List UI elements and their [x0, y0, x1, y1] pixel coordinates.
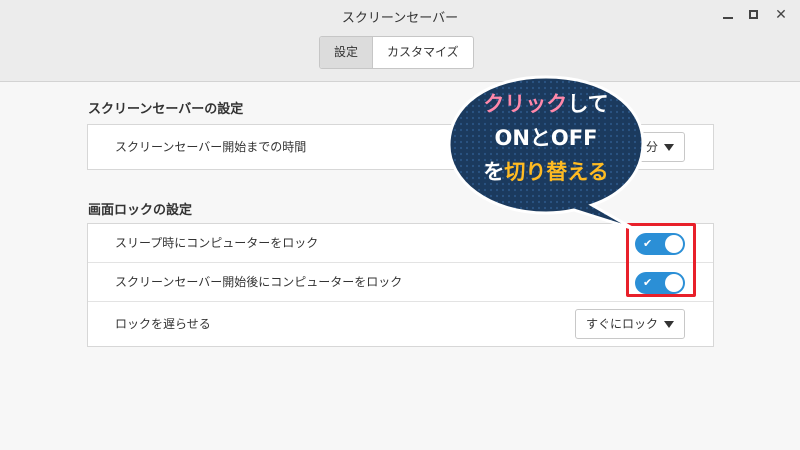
list-item: スクリーンセーバー開始後にコンピューターをロック ✔: [88, 263, 713, 302]
lock-delay-dropdown[interactable]: すぐにロック: [574, 309, 685, 339]
callout-line-3: を切り替える: [483, 160, 609, 184]
lock-section-title: 画面ロックの設定: [88, 203, 193, 218]
close-button[interactable]: ✕: [770, 5, 792, 25]
annotation-callout: クリックして ONとOFF を切り替える: [446, 73, 646, 233]
lock-panel: スリープ時にコンピューターをロック ✔ スクリーンセーバー開始後にコンピューター…: [87, 223, 714, 347]
maximize-button[interactable]: [743, 5, 765, 25]
lock-after-screensaver-label: スクリーンセーバー開始後にコンピューターをロック: [115, 275, 403, 289]
screensaver-delay-value: 分: [645, 140, 658, 154]
screensaver-delay-label: スクリーンセーバー開始までの時間: [115, 140, 307, 154]
callout-line-1: クリックして: [483, 92, 609, 116]
lock-delay-label: ロックを遅らせる: [115, 317, 211, 331]
minimize-button[interactable]: [717, 5, 739, 25]
tab-customize[interactable]: カスタマイズ: [373, 37, 473, 68]
toggle-highlight-frame: [626, 223, 696, 297]
tab-bar: 設定 カスタマイズ: [319, 36, 474, 69]
caret-down-icon: [664, 321, 674, 328]
minimize-icon: [723, 17, 733, 19]
callout-line-2: ONとOFF: [494, 126, 598, 150]
list-item: ロックを遅らせる すぐにロック: [88, 302, 713, 346]
maximize-icon: [749, 10, 758, 19]
lock-on-sleep-label: スリープ時にコンピューターをロック: [115, 236, 319, 250]
tab-settings[interactable]: 設定: [320, 37, 374, 68]
caret-down-icon: [664, 144, 674, 151]
lock-delay-value: すぐにロック: [585, 317, 658, 331]
screensaver-section-title: スクリーンセーバーの設定: [88, 102, 244, 117]
window-title: スクリーンセーバー: [341, 11, 459, 26]
title-bar: スクリーンセーバー ✕ 設定 カスタマイズ: [0, 0, 800, 82]
close-icon: ✕: [775, 7, 787, 23]
